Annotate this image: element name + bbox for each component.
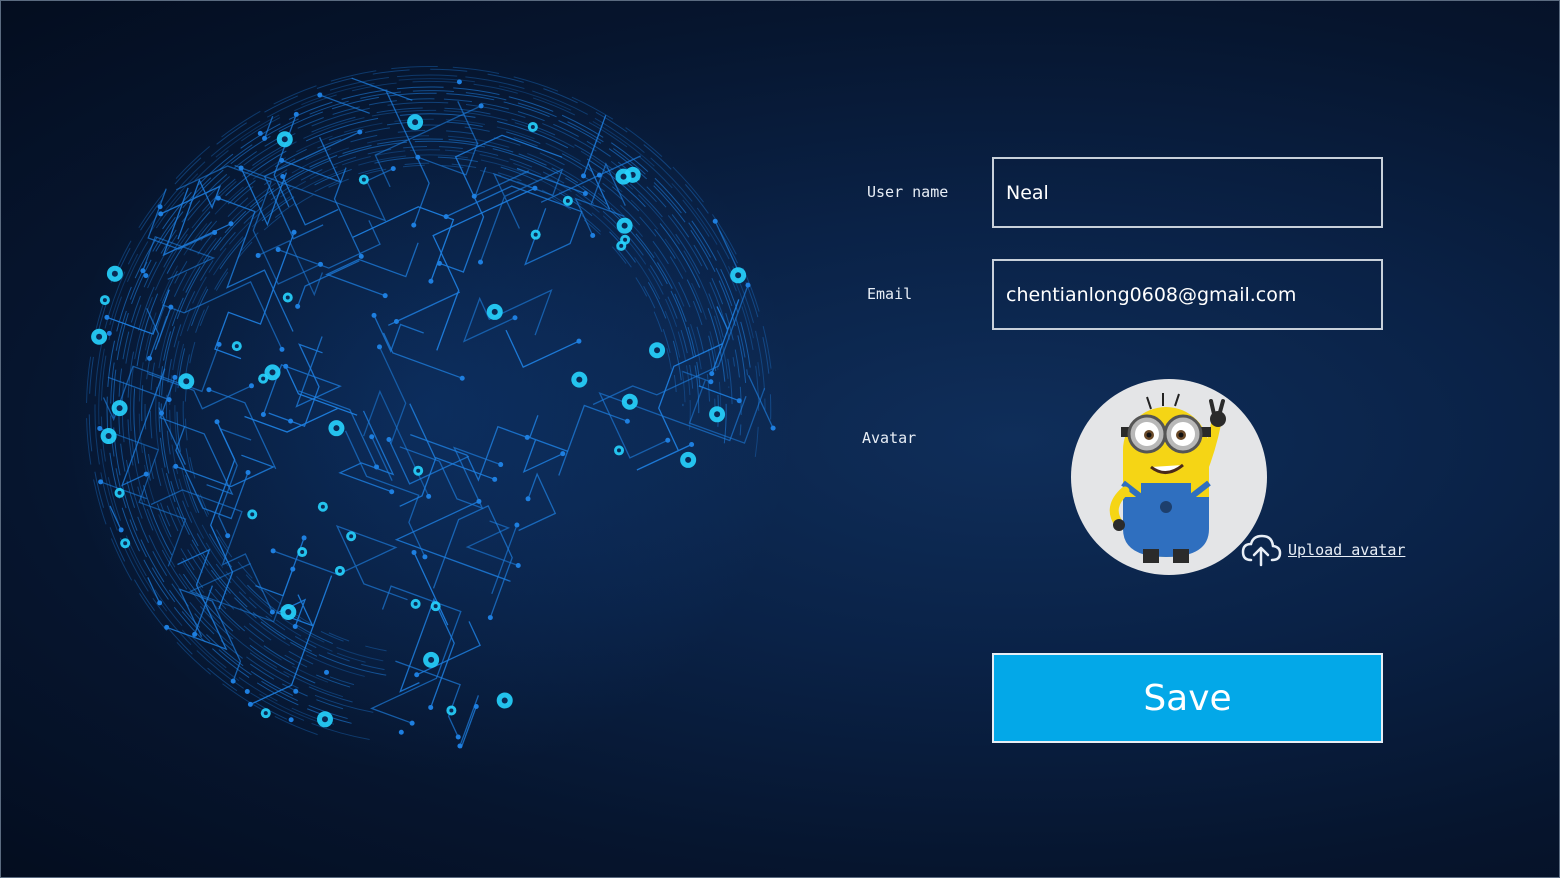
email-label: Email	[867, 285, 913, 303]
email-input[interactable]	[1006, 283, 1369, 306]
upload-avatar-label[interactable]: Upload avatar	[1288, 541, 1405, 559]
username-label: User name	[867, 183, 949, 201]
save-button[interactable]: Save	[992, 653, 1383, 743]
network-globe-illustration	[65, 45, 795, 775]
username-input[interactable]	[1006, 181, 1369, 204]
upload-avatar-link[interactable]: Upload avatar	[1240, 533, 1405, 567]
avatar-label: Avatar	[862, 429, 917, 447]
username-field[interactable]	[992, 157, 1383, 228]
avatar	[1071, 379, 1267, 575]
email-field[interactable]	[992, 259, 1383, 330]
minion-avatar-image	[1109, 393, 1226, 563]
cloud-upload-icon	[1241, 534, 1282, 567]
